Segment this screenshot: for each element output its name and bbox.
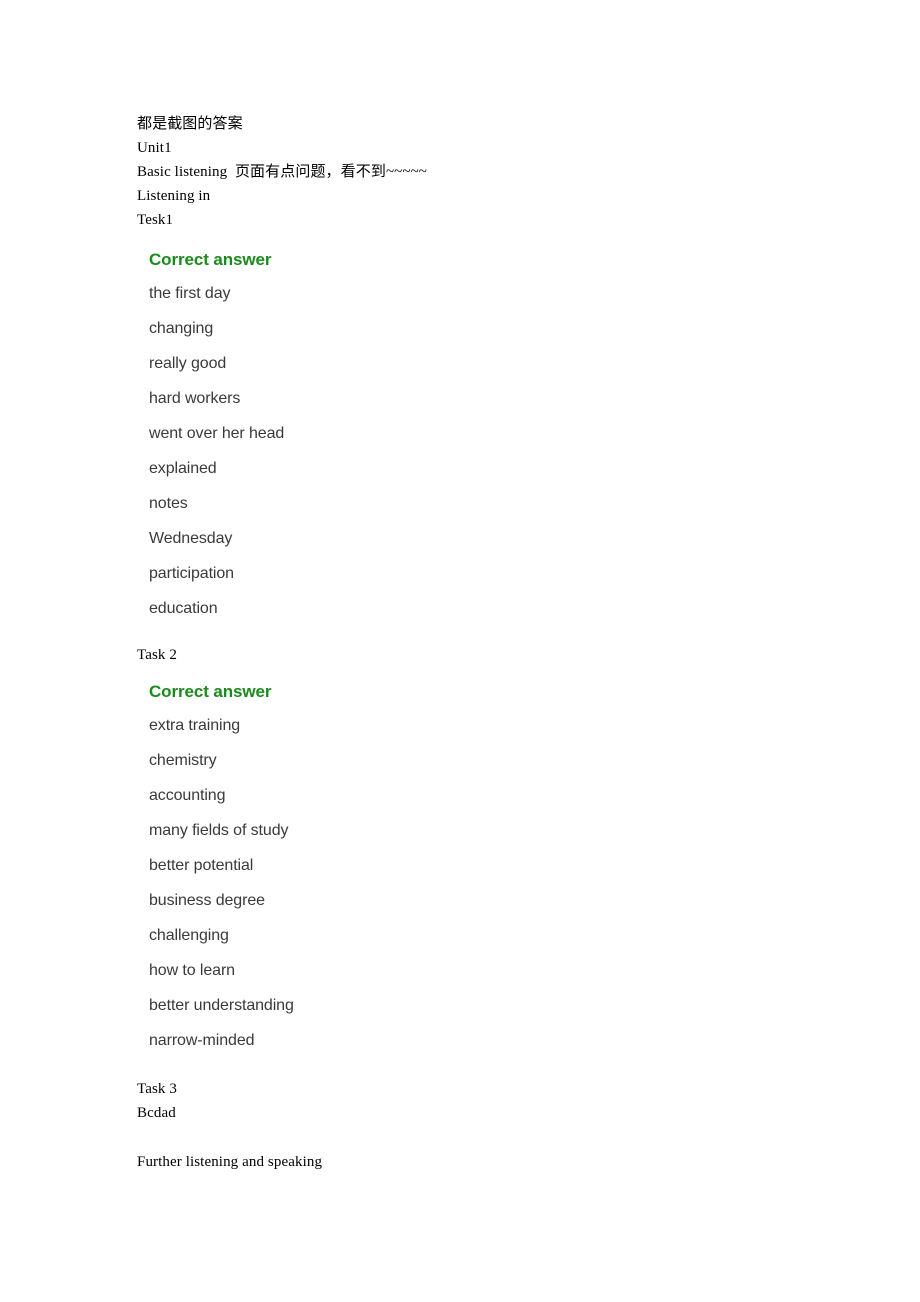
answer-item: changing <box>149 320 214 337</box>
header-line-4: Tesk1 <box>137 212 174 228</box>
correct-answer-heading: Correct answer <box>149 682 272 701</box>
answer-item: Wednesday <box>149 530 233 547</box>
header-line-1: Unit1 <box>137 140 172 156</box>
task-label: Task 3 <box>137 1081 177 1097</box>
answer-item: chemistry <box>149 752 217 769</box>
answer-item: hard workers <box>149 390 241 407</box>
answer-item: many fields of study <box>149 822 289 839</box>
answer-item: explained <box>149 460 217 477</box>
section-label: Further listening and speaking <box>137 1154 323 1170</box>
answer-item: participation <box>149 565 234 582</box>
answer-item: extra training <box>149 717 241 734</box>
task-label: Task 2 <box>137 647 177 663</box>
answer-item: better potential <box>149 857 254 874</box>
task3-block: Task 3 Bcdad <box>137 1077 177 1125</box>
document-header-block: 都是截图的答案 Unit1 Basic listening 页面有点问题，看不到… <box>137 112 427 232</box>
correct-answer-heading: Correct answer <box>149 250 272 269</box>
header-line-3: Listening in <box>137 188 211 204</box>
answer-item: went over her head <box>149 425 285 442</box>
answer-item: narrow-minded <box>149 1032 255 1049</box>
answer-item: business degree <box>149 892 265 909</box>
answer-item: how to learn <box>149 962 235 979</box>
answer-item: accounting <box>149 787 226 804</box>
correct-answer-card-task2: Correct answer extra training chemistry … <box>149 681 569 1066</box>
task2-label-block: Task 2 <box>137 643 177 667</box>
correct-answer-card-task1: Correct answer the first day changing re… <box>149 249 569 634</box>
answer-item: challenging <box>149 927 229 944</box>
answer-item: notes <box>149 495 188 512</box>
further-section-block: Further listening and speaking <box>137 1150 322 1174</box>
answer-item: really good <box>149 355 227 372</box>
task3-answer: Bcdad <box>137 1105 176 1121</box>
answer-item: the first day <box>149 285 231 302</box>
answer-item: education <box>149 600 218 617</box>
answer-item: better understanding <box>149 997 294 1014</box>
header-line-2: Basic listening 页面有点问题，看不到~~~~~ <box>137 164 428 180</box>
header-line-0: 都是截图的答案 <box>137 116 243 132</box>
